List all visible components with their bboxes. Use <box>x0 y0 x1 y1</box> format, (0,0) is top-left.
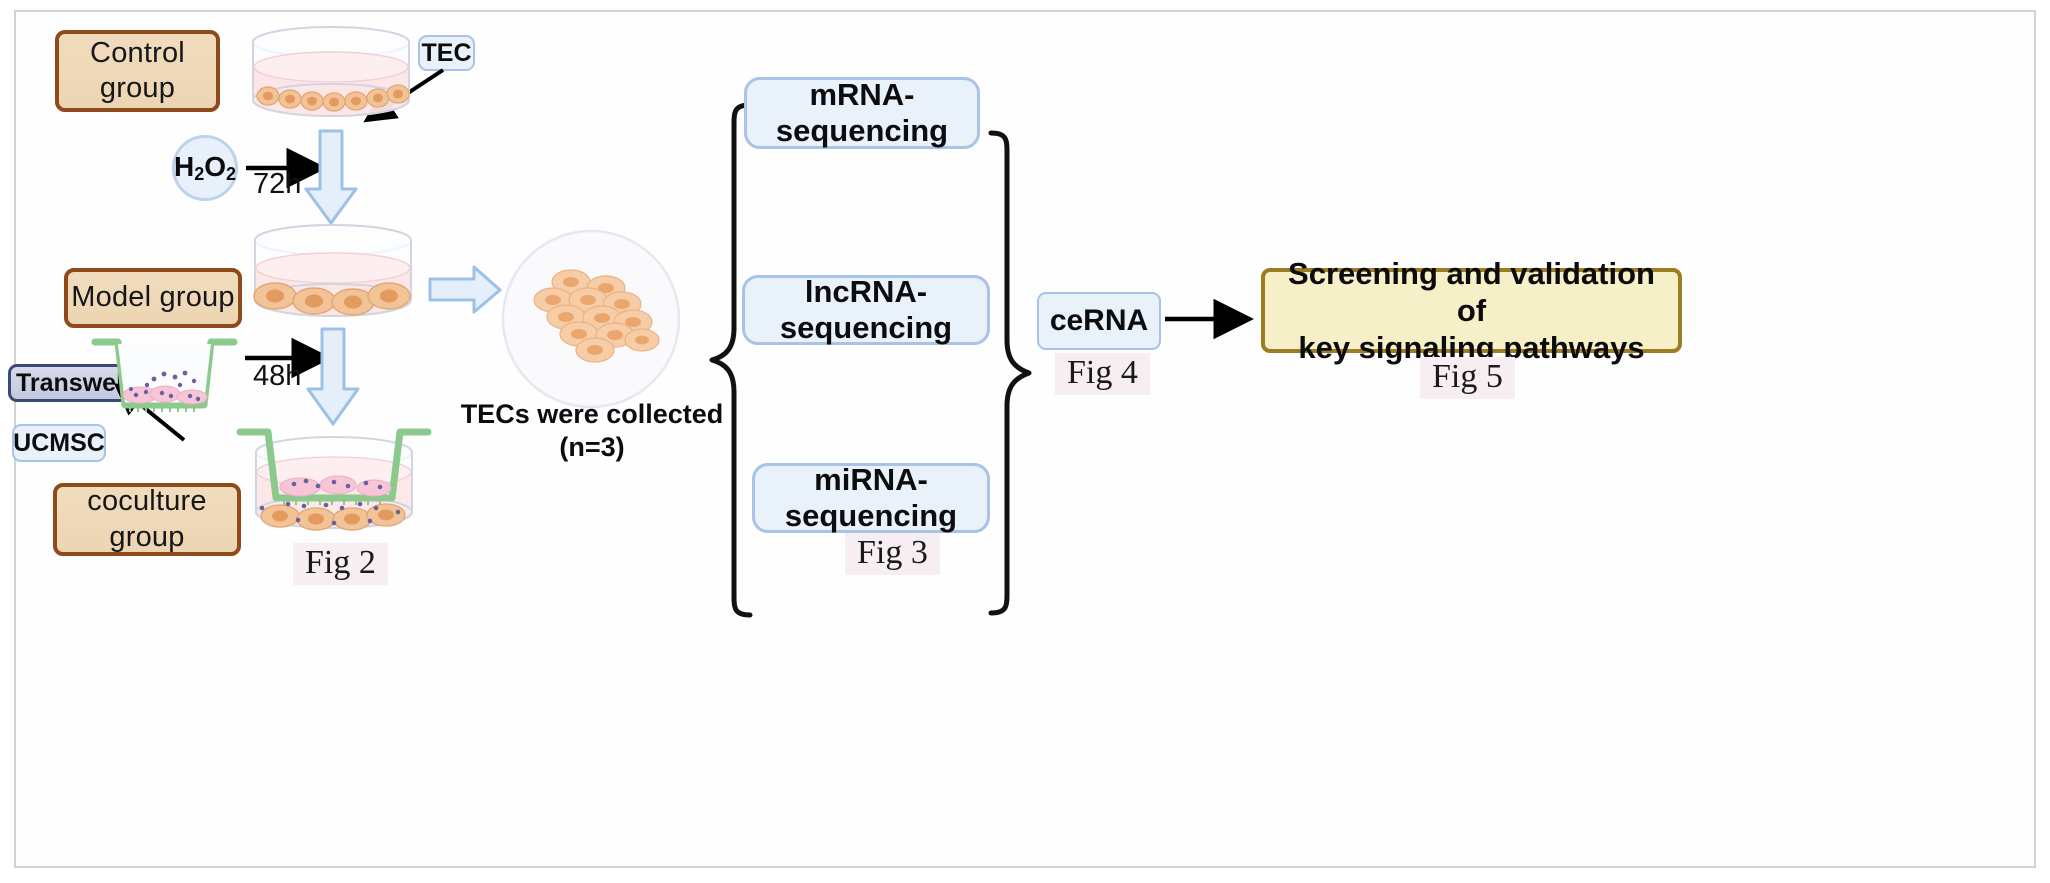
group-box-coculture: coculture group <box>53 483 241 556</box>
cerna-label: ceRNA <box>1049 303 1149 337</box>
coculture-dish <box>236 428 432 531</box>
duration-72h: 72h <box>253 168 302 200</box>
lncrna-line1: lncRNA- <box>804 274 928 310</box>
node-final-screening: Screening and validation of key signalin… <box>1261 256 1682 365</box>
collected-cells-circle <box>501 229 681 409</box>
ucmsc-label: UCMSC <box>13 428 105 457</box>
h2o2-label: H2O2 <box>173 151 237 184</box>
node-mirna-sequencing: miRNA- sequencing <box>752 462 990 533</box>
control-group-line2: group <box>99 72 176 104</box>
model-group-line1: Model group <box>71 281 235 314</box>
node-lncrna-sequencing: lncRNA- sequencing <box>742 274 990 345</box>
arrow-cerna-to-final <box>1165 298 1254 340</box>
coculture-group-line2: group <box>109 520 185 553</box>
caption-fig2: Fig 2 <box>293 543 388 585</box>
tag-ucmsc: UCMSC <box>12 424 106 462</box>
node-cerna: ceRNA <box>1037 292 1161 350</box>
right-curly-brace <box>988 130 1032 616</box>
lncrna-line2: sequencing <box>779 310 953 345</box>
block-arrow-down-1 <box>304 129 358 225</box>
coculture-group-line1: coculture <box>87 485 207 518</box>
mrna-line1: mRNA- <box>809 77 915 113</box>
left-curly-brace <box>709 102 753 618</box>
workflow-figure: Control group Model group coculture grou… <box>0 0 2050 883</box>
transwell-insert <box>91 338 238 412</box>
control-group-line1: Control <box>90 36 185 69</box>
block-arrow-right <box>428 265 502 314</box>
final-line1: Screening and validation of <box>1288 255 1655 328</box>
node-mrna-sequencing: mRNA- sequencing <box>744 77 980 149</box>
mirna-line2: sequencing <box>784 498 958 533</box>
petri-dish-model <box>253 224 412 317</box>
group-box-model: Model group <box>64 268 242 328</box>
group-box-control: Control group <box>55 30 220 112</box>
mirna-line1: miRNA- <box>814 462 928 498</box>
duration-48h: 48h <box>253 360 302 392</box>
block-arrow-down-2 <box>306 327 360 426</box>
caption-fig4: Fig 4 <box>1055 353 1150 395</box>
caption-fig5: Fig 5 <box>1420 357 1515 399</box>
h2o2-circle: H2O2 <box>172 135 238 201</box>
petri-dish-control <box>252 26 410 117</box>
caption-fig3: Fig 3 <box>845 533 940 575</box>
mrna-line2: sequencing <box>775 113 949 148</box>
